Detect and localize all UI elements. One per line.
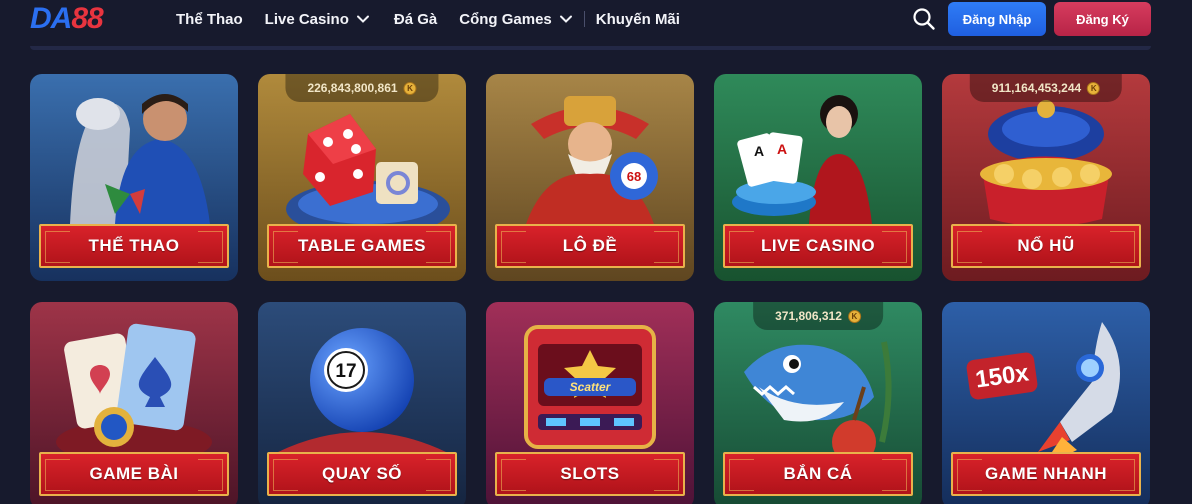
login-button[interactable]: Đăng Nhập [948,2,1046,36]
nav-cong-games[interactable]: Cổng Games [459,11,573,28]
ball-number: 17 [335,361,356,382]
scatter-sign: Scatter [570,380,612,394]
main-nav: Thể Thao Live Casino Đá Gà Cổng Games Kh… [176,0,680,38]
game-card-label: LIVE CASINO [723,224,913,268]
jackpot-counter: 371,806,312 K [753,302,883,330]
jackpot-counter: 911,164,453,244 K [969,74,1123,102]
game-card-label: QUAY SỐ [267,452,457,496]
jackpot-value: 371,806,312 [775,309,842,323]
chevron-down-icon [559,15,572,23]
game-card-game-nhanh[interactable]: 150x GAME NHANH [942,302,1150,504]
search-icon[interactable] [912,7,936,31]
header-divider [30,46,1151,50]
game-card-ban-ca[interactable]: 371,806,312 K BẮN CÁ [714,302,922,504]
game-card-slots[interactable]: Scatter SLOTS [486,302,694,504]
nav-da-ga[interactable]: Đá Gà [394,11,437,28]
jackpot-counter: 226,843,800,861 K [285,74,439,102]
game-card-label: NỔ HŨ [951,224,1141,268]
da88-logo[interactable]: DA88 [30,2,104,35]
chevron-down-icon [356,15,369,23]
nav-label: Thể Thao [176,10,243,28]
register-button[interactable]: Đăng Ký [1054,2,1151,36]
game-card-label: LÔ ĐỀ [495,224,685,268]
game-card-label: GAME NHANH [951,452,1141,496]
svg-text:A: A [777,141,787,157]
nav-label: Cổng Games [459,10,552,28]
coin-icon: K [1087,81,1101,95]
game-card-label: TABLE GAMES [267,224,457,268]
game-card-label: BẮN CÁ [723,452,913,496]
game-card-the-thao[interactable]: THỂ THAO [30,74,238,281]
game-card-lo-de[interactable]: 68 LÔ ĐỀ [486,74,694,281]
game-card-label: GAME BÀI [39,452,229,496]
svg-text:A: A [754,143,764,159]
game-card-label: SLOTS [495,452,685,496]
game-card-quay-so[interactable]: 17 QUAY SỐ [258,302,466,504]
game-card-table-games[interactable]: 226,843,800,861 K TABLE GAMES [258,74,466,281]
game-card-game-bai[interactable]: GAME BÀI [30,302,238,504]
jackpot-value: 911,164,453,244 [991,81,1082,95]
jackpot-value: 226,843,800,861 [307,81,398,95]
ball-number: 68 [627,169,641,184]
game-card-live-casino[interactable]: A A LIVE CASINO [714,74,922,281]
nav-live-casino[interactable]: Live Casino [265,11,370,28]
top-header: DA88 Thể Thao Live Casino Đá Gà Cổng Gam… [0,0,1192,50]
game-card-label: THỂ THAO [39,224,229,268]
nav-label: Live Casino [264,10,349,28]
coin-icon: K [403,81,417,95]
nav-label: Đá Gà [393,10,438,28]
nav-label: Khuyến Mãi [595,10,680,28]
nav-divider [583,11,585,27]
logo-text-88: 88 [71,2,103,35]
coin-icon: K [847,309,861,323]
logo-text-da: DA [30,2,72,35]
nav-the-thao[interactable]: Thể Thao [176,11,243,28]
nav-khuyen-mai[interactable]: Khuyến Mãi [596,11,680,28]
game-card-no-hu[interactable]: 911,164,453,244 K NỔ HŨ [942,74,1150,281]
